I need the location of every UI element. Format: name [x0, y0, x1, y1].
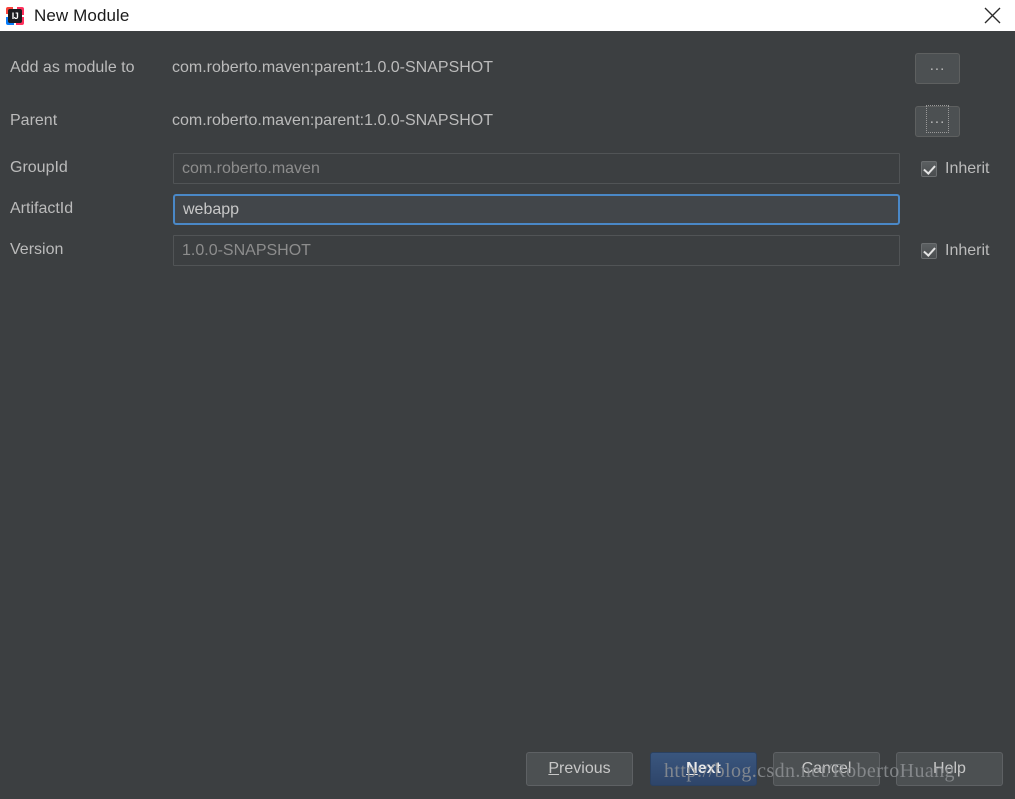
group-id-inherit-label: Inherit [945, 160, 990, 177]
ellipsis-icon: ... [925, 104, 950, 133]
window-title: New Module [34, 5, 130, 25]
add-as-module-label: Add as module to [10, 59, 135, 76]
ellipsis-icon: ... [929, 56, 946, 74]
group-id-input[interactable] [173, 153, 900, 184]
previous-button-label: revious [559, 760, 611, 777]
previous-button[interactable]: Previous [526, 752, 633, 786]
cancel-button[interactable]: Cancel [773, 752, 880, 786]
new-module-dialog-body: Add as module to com.roberto.maven:paren… [0, 31, 1015, 799]
version-input[interactable] [173, 235, 900, 266]
parent-browse-button[interactable]: ... [915, 104, 960, 137]
group-id-inherit-checkbox[interactable]: Inherit [921, 160, 989, 178]
version-inherit-checkbox[interactable]: Inherit [921, 242, 989, 260]
group-id-label: GroupId [10, 159, 68, 176]
next-button[interactable]: Next [650, 752, 757, 786]
next-button-mnemonic: N [686, 760, 698, 777]
help-button[interactable]: Help [896, 752, 1003, 786]
artifact-id-label: ArtifactId [10, 200, 74, 217]
parent-label: Parent [10, 112, 58, 129]
previous-button-mnemonic: P [548, 760, 560, 777]
checkbox-checked-icon [921, 243, 937, 259]
close-icon[interactable] [969, 0, 1015, 31]
intellij-idea-icon: IJ [6, 6, 24, 25]
artifact-id-input[interactable] [173, 194, 900, 225]
parent-value: com.roberto.maven:parent:1.0.0-SNAPSHOT [172, 112, 494, 129]
checkbox-checked-icon [921, 161, 937, 177]
window-titlebar: IJ New Module [0, 0, 1015, 31]
version-label: Version [10, 241, 64, 258]
version-inherit-label: Inherit [945, 242, 990, 259]
cancel-button-label: Cancel [801, 760, 852, 777]
help-button-label: Help [933, 760, 966, 777]
next-button-label: ext [697, 760, 721, 777]
add-as-module-value: com.roberto.maven:parent:1.0.0-SNAPSHOT [172, 59, 494, 76]
add-as-module-browse-button[interactable]: ... [915, 53, 960, 84]
